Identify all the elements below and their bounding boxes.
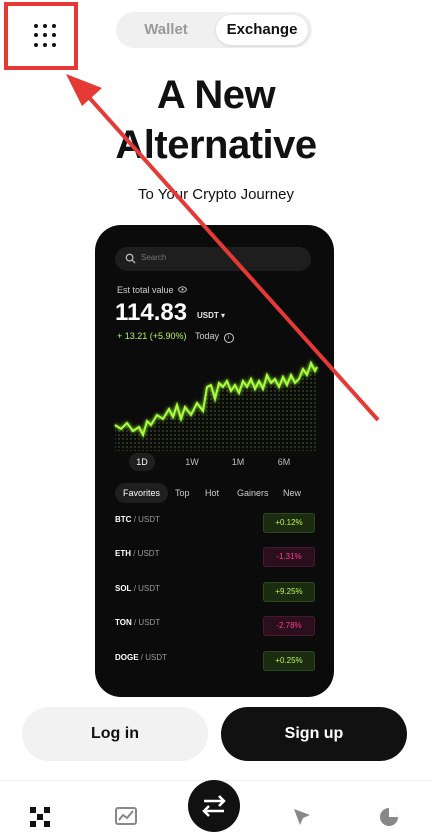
- login-button[interactable]: Log in: [22, 707, 208, 761]
- markets-chart-icon[interactable]: [114, 805, 138, 829]
- trade-button[interactable]: [188, 780, 240, 832]
- portfolio-pie-icon[interactable]: [377, 805, 401, 829]
- explore-compass-icon[interactable]: [290, 805, 314, 829]
- trade-swap-icon: [202, 795, 226, 817]
- okx-logo-icon[interactable]: [28, 805, 52, 829]
- signup-button[interactable]: Sign up: [221, 707, 407, 761]
